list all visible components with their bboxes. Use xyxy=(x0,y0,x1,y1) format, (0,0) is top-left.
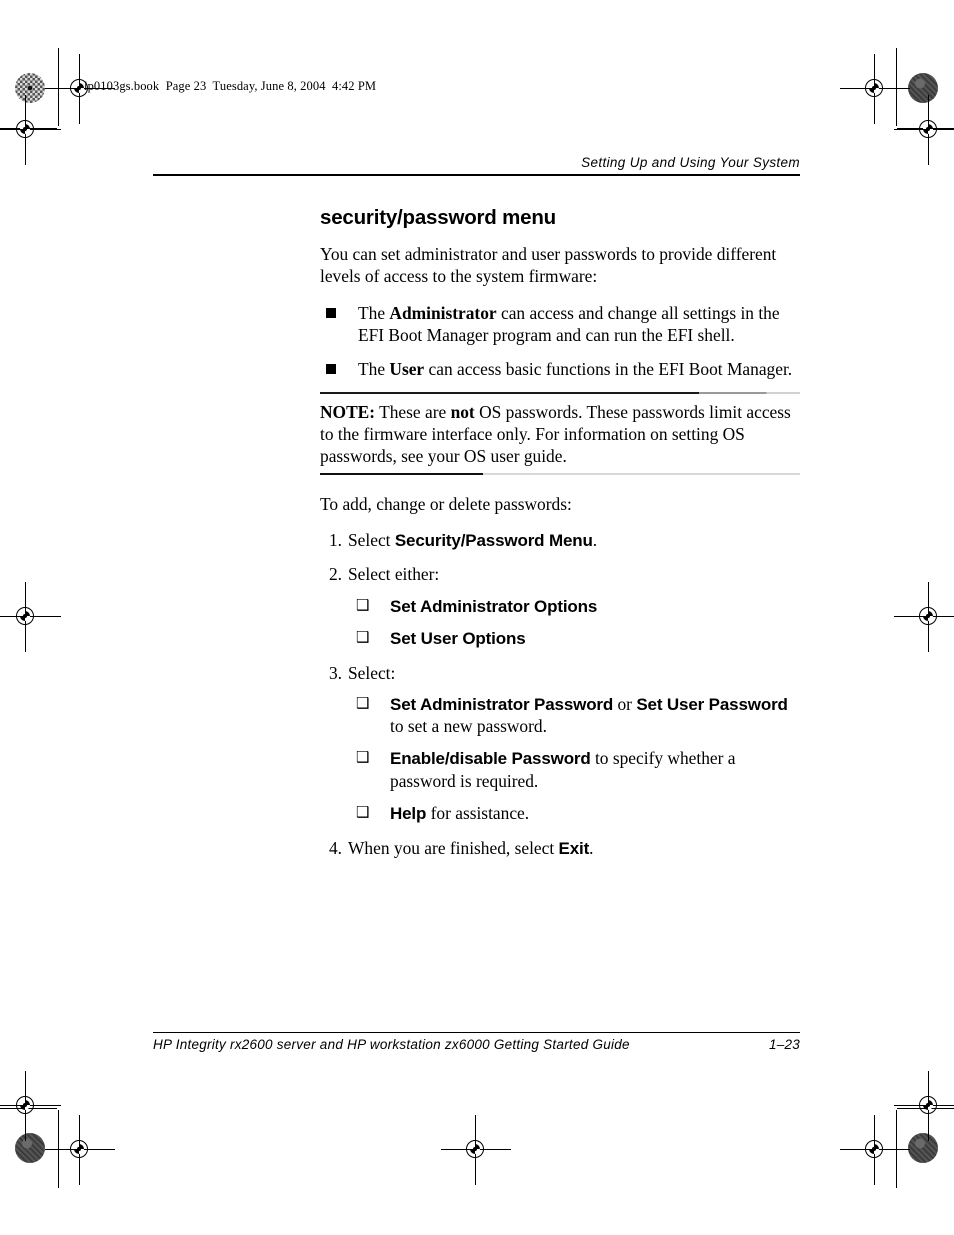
trim-line-right-top xyxy=(896,48,897,126)
note-rule-bottom xyxy=(320,472,800,475)
note-emphasis: not xyxy=(450,401,475,422)
step-text-after: . xyxy=(589,837,594,858)
solid-density-circle-bottom-right xyxy=(908,1133,938,1163)
ui-label: Security/Password Menu xyxy=(394,530,593,550)
ui-label: Set Administrator Password xyxy=(390,694,614,714)
step-number: 2. xyxy=(328,564,342,585)
footer-title: HP Integrity rx2600 server and HP workst… xyxy=(153,1037,630,1053)
registration-target-bottom-center xyxy=(441,1115,511,1185)
list-item: ❑ Help for assistance. xyxy=(348,802,800,825)
note-callout: NOTE: These are not OS passwords. These … xyxy=(320,391,800,475)
procedure-lead-in: To add, change or delete passwords: xyxy=(320,493,572,514)
ui-label: Exit xyxy=(558,838,590,858)
trim-line-bottom-left xyxy=(0,1108,57,1109)
list-item: ❑ Enable/disable Password to specify whet… xyxy=(348,747,800,792)
note-text: NOTE: These are not OS passwords. These … xyxy=(320,394,800,473)
list-item: ❑ Set Administrator Options xyxy=(348,595,800,618)
page-content: Setting Up and Using Your System securit… xyxy=(153,155,800,871)
page-title: security/password menu xyxy=(320,205,556,229)
trim-line-right-bottom xyxy=(896,1110,897,1188)
ui-label: Set User Options xyxy=(390,629,526,649)
step-text-before: Select: xyxy=(348,662,396,683)
running-header: Setting Up and Using Your System xyxy=(581,155,800,170)
step-item-2: 2. Select either: ❑ Set Administrator Opti… xyxy=(320,563,800,649)
sub-mid-text: or xyxy=(613,693,637,714)
shadowed-box-icon: ❑ xyxy=(356,693,370,712)
halftone-density-circle-top-left xyxy=(15,73,45,103)
procedure-step-list: 1. Select Security/Password Menu. 2. Selec… xyxy=(320,529,800,859)
list-item: The Administrator can access and change … xyxy=(326,302,800,346)
ui-label: Set Administrator Options xyxy=(390,596,598,616)
page-footer: HP Integrity rx2600 server and HP workst… xyxy=(153,1032,800,1052)
square-bullet-icon xyxy=(326,307,336,318)
step-3-sub-list: ❑ Set Administrator Password or Set User … xyxy=(348,693,800,825)
step-text-before: Select xyxy=(348,529,395,550)
sub-text-after: for assistance. xyxy=(426,803,530,824)
bullet-text-lead: The xyxy=(358,358,390,379)
file-info-slug: lp0103gs.book Page 23 Tuesday, June 8, 2… xyxy=(84,79,377,93)
note-label: NOTE: xyxy=(320,401,376,422)
registration-target-bottom-left xyxy=(45,1115,115,1185)
trim-line-top-right xyxy=(897,128,954,129)
step-2-sub-list: ❑ Set Administrator Options ❑ Set User Opt… xyxy=(348,595,800,650)
shadowed-box-icon: ❑ xyxy=(356,628,370,647)
registration-target-lower-right-outer xyxy=(894,1071,954,1141)
registration-target-top-right xyxy=(840,54,910,124)
intro-paragraph: You can set administrator and user passw… xyxy=(320,244,777,287)
bullet-term: Administrator xyxy=(389,302,497,323)
trim-line-left-top xyxy=(58,48,59,126)
registration-target-mid-right xyxy=(894,582,954,652)
solid-density-circle-top-right xyxy=(908,73,938,103)
note-part-one: These are xyxy=(375,401,451,422)
ui-label-secondary: Set User Password xyxy=(636,694,788,714)
registration-target-bottom-right xyxy=(840,1115,910,1185)
step-text-after: . xyxy=(592,529,598,550)
step-text-before: Select either: xyxy=(348,564,440,585)
step-number: 4. xyxy=(328,837,342,858)
registration-target-lower-left-outer xyxy=(0,1071,61,1141)
registration-target-mid-left xyxy=(0,582,61,652)
trim-line-left-bottom xyxy=(58,1110,59,1188)
step-number: 3. xyxy=(328,662,342,683)
footer-rule xyxy=(153,1032,800,1034)
square-bullet-icon xyxy=(326,363,336,374)
list-item: The User can access basic functions in t… xyxy=(326,358,800,380)
solid-density-circle-bottom-left xyxy=(15,1133,45,1163)
trim-line-top-left xyxy=(0,128,57,129)
step-item-3: 3. Select: ❑ Set Administrator Password or… xyxy=(320,662,800,825)
shadowed-box-icon: ❑ xyxy=(356,595,370,614)
bullet-text-rest: can access basic functions in the EFI Bo… xyxy=(424,358,793,379)
footer-page-number: 1–23 xyxy=(768,1037,800,1053)
text-column: security/password menu You can set admin… xyxy=(320,176,800,860)
ui-label: Enable/disable Password xyxy=(390,749,591,769)
trim-line-bottom-right xyxy=(897,1108,954,1109)
shadowed-box-icon: ❑ xyxy=(356,803,370,822)
bullet-term: User xyxy=(389,358,425,379)
step-text-before: When you are finished, select xyxy=(348,837,559,858)
step-item-4: 4. When you are finished, select Exit. xyxy=(320,837,800,860)
list-item: ❑ Set Administrator Password or Set User … xyxy=(348,693,800,738)
list-item: ❑ Set User Options xyxy=(348,627,800,650)
step-number: 1. xyxy=(328,529,342,550)
step-item-1: 1. Select Security/Password Menu. xyxy=(320,529,800,552)
registration-target-upper-left-outer xyxy=(0,95,61,165)
ui-label: Help xyxy=(390,804,427,824)
sub-text-after: to set a new password. xyxy=(390,716,547,737)
registration-target-upper-right-outer xyxy=(894,95,954,165)
role-bullet-list: The Administrator can access and change … xyxy=(320,302,800,380)
bullet-text-lead: The xyxy=(358,302,390,323)
shadowed-box-icon: ❑ xyxy=(356,748,370,767)
